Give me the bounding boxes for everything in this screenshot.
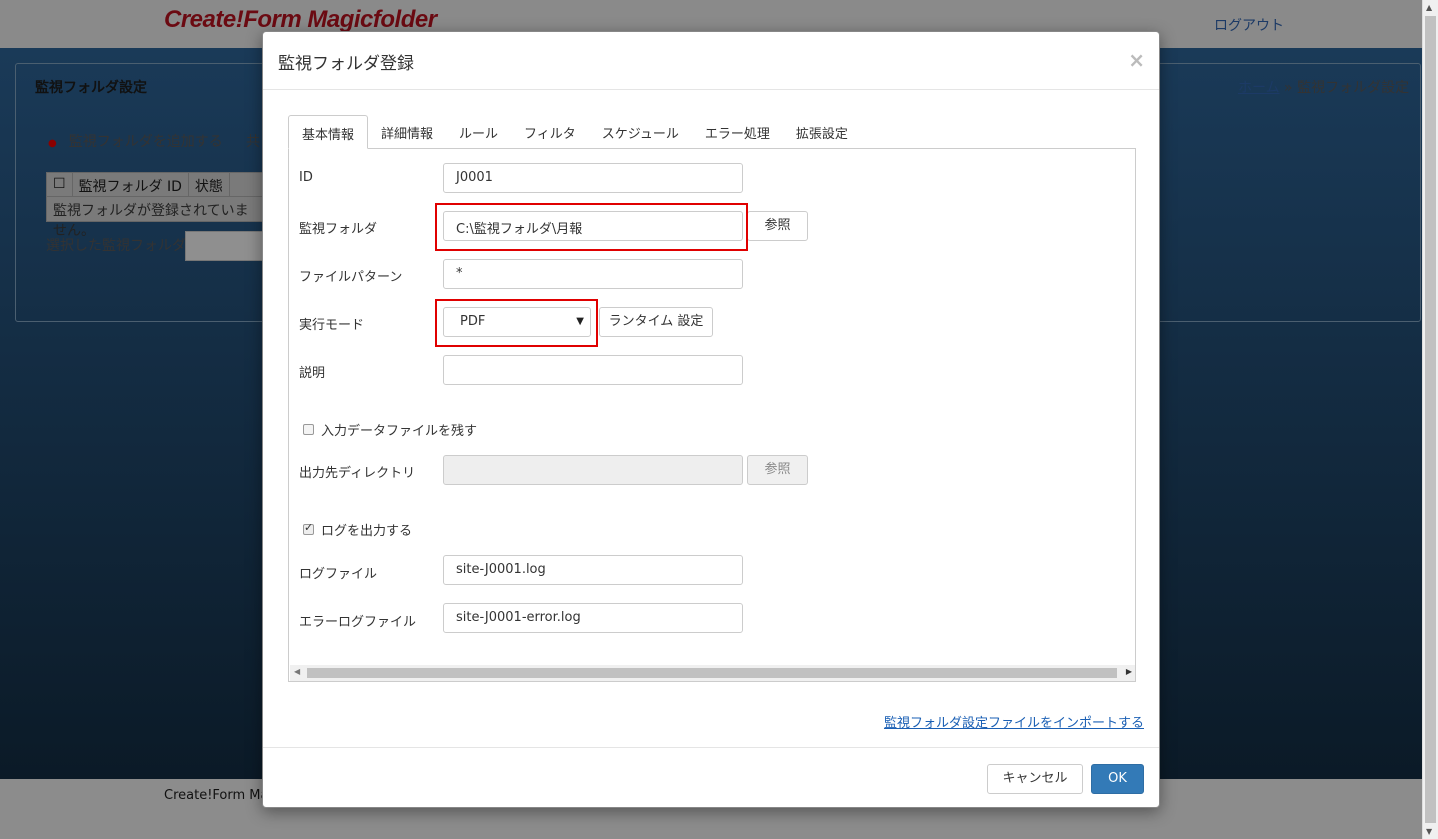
highlight-box-folder — [435, 203, 748, 251]
tab-horizontal-scrollbar[interactable]: ◀ ▶ — [290, 665, 1135, 681]
keep-input-checkbox[interactable] — [303, 424, 314, 435]
hscroll-thumb[interactable] — [307, 668, 1117, 678]
ok-button[interactable]: OK — [1091, 764, 1144, 794]
share-link[interactable]: 共 — [246, 131, 260, 151]
import-settings-link[interactable]: 監視フォルダ設定ファイルをインポートする — [884, 712, 1144, 731]
tab-rules[interactable]: ルール — [446, 115, 511, 149]
error-log-field[interactable]: site-J0001-error.log — [443, 603, 743, 633]
tab-error-handling[interactable]: エラー処理 — [692, 115, 783, 149]
browse-folder-button[interactable]: 参照 — [747, 211, 808, 241]
browse-output-button[interactable]: 参照 — [747, 455, 808, 485]
folder-table: ☐ 監視フォルダ ID 状態 監視フォルダが登録されていません。 — [46, 172, 266, 239]
table-header: ☐ 監視フォルダ ID 状態 — [47, 173, 265, 197]
output-dir-label: 出力先ディレクトリ — [299, 466, 416, 481]
breadcrumb-separator: » — [1284, 80, 1293, 96]
breadcrumb: ホーム » 監視フォルダ設定 — [1238, 77, 1409, 97]
brand-logo: Create!Form Magicfolder — [164, 6, 437, 33]
scroll-up-icon[interactable]: ▲ — [1426, 3, 1432, 12]
bulk-action-label: 選択した監視フォルダを — [46, 238, 200, 254]
id-field[interactable]: J0001 — [443, 163, 743, 193]
tab-filter[interactable]: フィルタ — [511, 115, 589, 149]
tab-schedule[interactable]: スケジュール — [589, 115, 692, 149]
footer-text: Create!Form Mag — [164, 788, 277, 803]
scroll-left-icon[interactable]: ◀ — [294, 667, 300, 676]
file-pattern-field[interactable]: * — [443, 259, 743, 289]
scroll-down-icon[interactable]: ▼ — [1426, 827, 1432, 836]
description-field[interactable] — [443, 355, 743, 385]
tab-detail-info[interactable]: 詳細情報 — [368, 115, 446, 149]
bulk-action-select[interactable] — [185, 231, 265, 261]
close-icon[interactable]: × — [1128, 48, 1145, 72]
folder-label: 監視フォルダ — [299, 222, 378, 237]
add-folder-link[interactable]: ● 監視フォルダを追加する — [48, 131, 223, 151]
highlight-box-mode — [435, 299, 598, 347]
output-dir-field[interactable] — [443, 455, 743, 485]
cancel-button[interactable]: キャンセル — [987, 764, 1083, 794]
logout-link[interactable]: ログアウト — [1214, 15, 1284, 35]
pattern-label: ファイルパターン — [299, 270, 403, 285]
tab-extended-settings[interactable]: 拡張設定 — [783, 115, 861, 149]
scrollbar-thumb[interactable] — [1425, 16, 1436, 823]
bullet-icon: ● — [48, 138, 57, 149]
dialog-title: 監視フォルダ登録 — [278, 54, 414, 74]
dialog-footer: キャンセル OK — [263, 747, 1159, 808]
page-title: 監視フォルダ設定 — [35, 80, 147, 96]
breadcrumb-home[interactable]: ホーム — [1238, 80, 1280, 96]
runtime-settings-button[interactable]: ランタイム 設定 — [599, 307, 713, 337]
tab-bar: 基本情報 詳細情報 ルール フィルタ スケジュール エラー処理 拡張設定 — [288, 115, 861, 149]
column-header-id[interactable]: 監視フォルダ ID — [73, 173, 189, 196]
dialog-header: 監視フォルダ登録 × — [263, 32, 1159, 90]
log-output-label: ログを出力する — [321, 524, 413, 539]
register-folder-dialog: 監視フォルダ登録 × 基本情報 詳細情報 ルール フィルタ スケジュール エラー… — [262, 31, 1160, 808]
tab-basic-info[interactable]: 基本情報 — [288, 115, 369, 149]
select-all-checkbox[interactable]: ☐ — [47, 173, 73, 196]
page-scrollbar[interactable]: ▲ ▼ — [1422, 0, 1438, 839]
log-file-label: ログファイル — [299, 567, 378, 582]
breadcrumb-current: 監視フォルダ設定 — [1297, 80, 1410, 96]
column-header-status[interactable]: 状態 — [189, 173, 230, 196]
log-output-checkbox[interactable] — [303, 521, 314, 535]
description-label: 説明 — [299, 366, 326, 381]
tab-panel-basic-info: ID J0001 監視フォルダ C:\監視フォルダ\月報 参照 ファイルパターン… — [288, 148, 1136, 682]
keep-input-label: 入力データファイルを残す — [321, 424, 478, 439]
scroll-right-icon[interactable]: ▶ — [1126, 667, 1132, 676]
log-file-field[interactable]: site-J0001.log — [443, 555, 743, 585]
mode-label: 実行モード — [299, 318, 365, 333]
error-log-label: エラーログファイル — [299, 615, 417, 630]
id-label: ID — [299, 170, 313, 185]
